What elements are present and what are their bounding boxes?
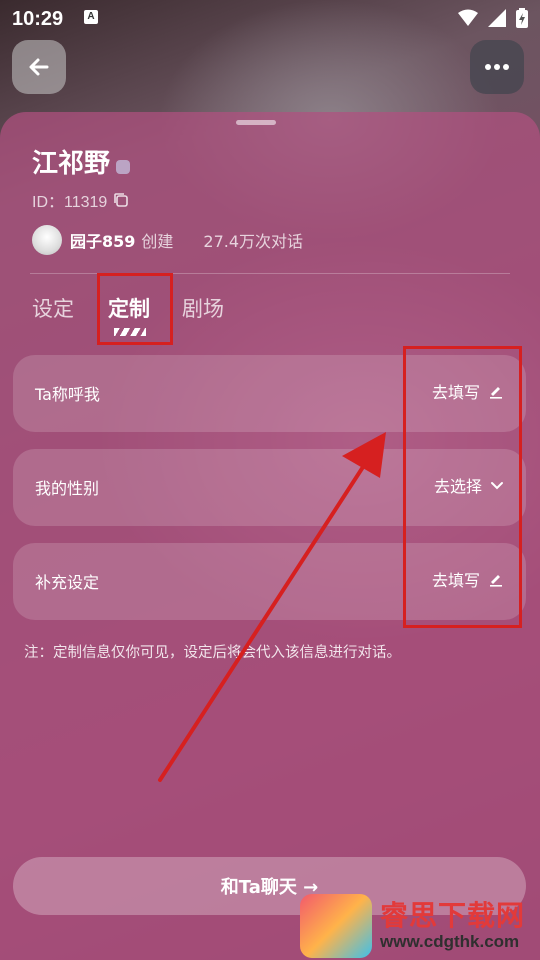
copy-icon[interactable] xyxy=(113,192,129,208)
creator-row: 园子859 创建 27.4万次对话 xyxy=(32,225,303,255)
card-label: Ta称呼我 xyxy=(35,385,100,404)
signal-icon xyxy=(488,9,506,27)
creator-name[interactable]: 园子859 xyxy=(70,228,135,252)
sheet-drag-handle[interactable] xyxy=(236,120,276,125)
card-label: 补充设定 xyxy=(35,573,100,592)
watermark-logo xyxy=(300,894,372,958)
status-time: 10:29 xyxy=(12,8,64,30)
tab-theater[interactable]: 剧场 xyxy=(182,293,224,323)
more-horizontal-icon xyxy=(485,64,509,70)
badge-icon xyxy=(116,159,131,174)
wifi-icon xyxy=(458,9,478,26)
notification-icon: A xyxy=(84,10,98,24)
character-name-row: 江祁野 xyxy=(32,143,131,180)
character-name: 江祁野 xyxy=(32,149,111,179)
watermark-url: www.cdgthk.com xyxy=(380,932,520,951)
status-icons xyxy=(458,8,528,28)
privacy-note: 注：定制信息仅你可见，设定后将会代入该信息进行对话。 xyxy=(24,645,401,661)
creator-avatar[interactable] xyxy=(32,225,62,255)
status-bar: 10:29 A xyxy=(0,0,540,36)
card-label: 我的性别 xyxy=(35,479,100,498)
character-id-row: ID：11319 xyxy=(32,188,129,212)
creator-suffix: 创建 xyxy=(141,232,174,251)
highlight-box-actions xyxy=(403,346,522,628)
watermark: 睿思下载网 www.cdgthk.com xyxy=(300,888,540,960)
character-id: ID：11319 xyxy=(32,194,108,211)
back-button[interactable] xyxy=(12,40,66,94)
dialog-count: 27.4万次对话 xyxy=(203,232,304,251)
arrow-left-icon xyxy=(29,58,49,76)
highlight-box-tab xyxy=(97,273,173,345)
tab-settings[interactable]: 设定 xyxy=(32,293,74,323)
battery-icon xyxy=(516,8,528,28)
more-button[interactable] xyxy=(470,40,524,94)
watermark-title: 睿思下载网 xyxy=(380,899,526,932)
